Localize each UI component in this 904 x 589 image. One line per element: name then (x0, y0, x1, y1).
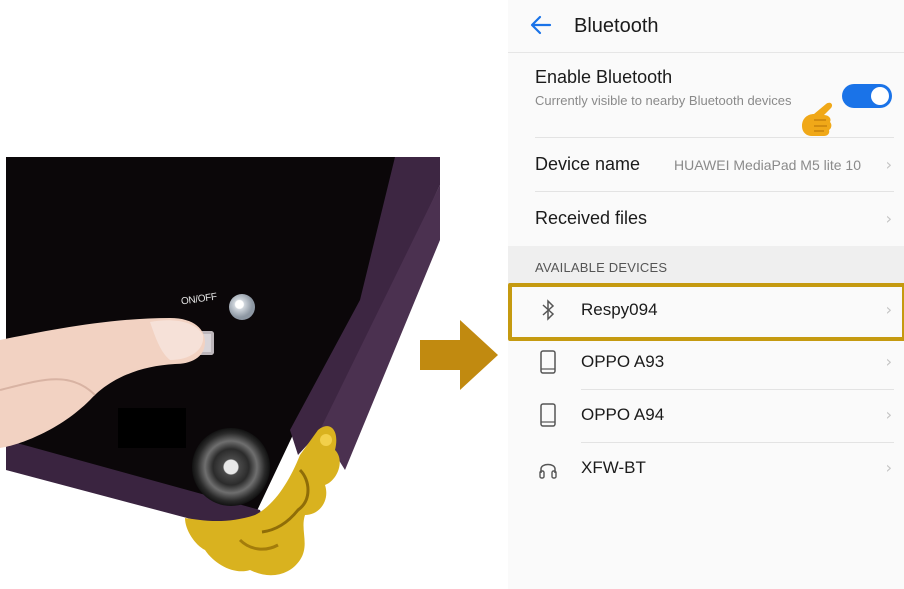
device-name: OPPO A93 (581, 352, 665, 371)
chevron-right-icon: › (885, 458, 892, 477)
highlight-box (508, 283, 904, 341)
page-title: Bluetooth (574, 15, 659, 37)
product-photo: ON/OFF (0, 0, 440, 589)
chevron-right-icon: › (885, 155, 892, 174)
enable-bluetooth-subtitle: Currently visible to nearby Bluetooth de… (535, 93, 792, 108)
device-row-oppo-a94[interactable]: OPPO A94 › (508, 390, 904, 442)
device-row-oppo-a93[interactable]: OPPO A93 › (508, 337, 904, 389)
phone-icon (540, 350, 556, 374)
device-row-xfw-bt[interactable]: XFW-BT › (508, 443, 904, 495)
device-name: XFW-BT (581, 458, 646, 477)
toggle-knob (871, 87, 889, 105)
chevron-right-icon: › (885, 352, 892, 371)
chevron-right-icon: › (885, 405, 892, 424)
back-arrow-icon[interactable] (528, 12, 554, 38)
available-devices-header: AVAILABLE DEVICES (535, 260, 668, 275)
section-header: AVAILABLE DEVICES (508, 246, 904, 284)
phone-icon (540, 403, 556, 427)
gold-corner-ornament (185, 426, 340, 576)
device-name-value: HUAWEI MediaPad M5 lite 10 (674, 157, 861, 173)
bluetooth-settings-screen: Bluetooth Enable Bluetooth Currently vis… (508, 0, 904, 589)
pointing-hand-icon (802, 102, 833, 136)
chevron-right-icon: › (885, 209, 892, 228)
received-files-row[interactable]: Received files › (508, 192, 904, 246)
arrow-right-icon (420, 320, 498, 390)
received-files-label: Received files (535, 208, 648, 228)
bluetooth-toggle[interactable] (842, 84, 892, 108)
device-name: OPPO A94 (581, 405, 665, 424)
device-name-label: Device name (535, 154, 641, 174)
title-bar: Bluetooth (508, 0, 904, 53)
device-name-row[interactable]: Device name HUAWEI MediaPad M5 lite 10 › (508, 138, 904, 190)
headset-icon (539, 463, 557, 479)
enable-bluetooth-label: Enable Bluetooth (535, 67, 673, 87)
